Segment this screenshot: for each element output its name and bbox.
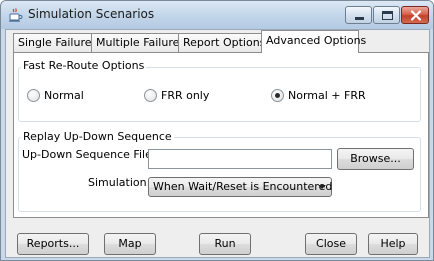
radio-normal-frr[interactable]: Normal + FRR [271,89,371,103]
chevron-down-icon [318,185,326,189]
title-bar[interactable]: Simulation Scenarios [1,1,433,29]
map-button[interactable]: Map [104,233,156,255]
tab-single-failure[interactable]: Single Failure [13,33,92,52]
maximize-button[interactable] [373,6,400,24]
window-title: Simulation Scenarios [28,7,155,21]
close-window-button[interactable] [401,6,429,24]
radio-normal[interactable]: Normal [27,89,107,103]
minimize-button[interactable] [345,6,372,24]
simulation-selected-value: When Wait/Reset is Encountered [153,180,333,193]
radio-frr-only[interactable]: FRR only [144,89,234,103]
tab-label: Single Failure [18,36,92,49]
maximize-icon [382,11,393,20]
browse-button[interactable]: Browse... [337,148,414,170]
sequence-file-label: Up-Down Sequence File: [22,148,156,161]
fast-reroute-group: Fast Re-Route Options Normal FRR only No… [18,59,421,122]
radio-frr-only-circle [144,89,157,102]
radio-normal-circle [27,89,40,102]
sequence-file-input[interactable] [148,149,332,169]
close-button[interactable]: Close [305,233,357,255]
tab-label: Multiple Failures [96,36,186,49]
tab-advanced-options[interactable]: Advanced Options [261,30,366,53]
radio-normal-frr-label: Normal + FRR [288,89,366,102]
close-icon [410,10,422,21]
help-button[interactable]: Help [368,233,418,255]
reports-button[interactable]: Reports... [17,233,89,255]
radio-normal-frr-circle [271,89,284,102]
tab-multiple-failures[interactable]: Multiple Failures [91,33,185,52]
radio-normal-label: Normal [44,89,84,102]
dialog-body: Single Failure Multiple Failures Report … [5,29,430,258]
simulation-label: Simulation: [88,176,151,189]
run-button[interactable]: Run [199,233,251,255]
replay-sequence-group: Replay Up-Down Sequence Up-Down Sequence… [18,130,421,212]
radio-selected-dot [275,93,280,98]
radio-frr-only-label: FRR only [161,89,210,102]
replay-sequence-title: Replay Up-Down Sequence [21,130,174,143]
advanced-options-panel: Fast Re-Route Options Normal FRR only No… [13,52,429,218]
simulation-scenarios-window: Simulation Scenarios Single Failure Mult… [0,0,434,261]
minimize-icon [355,17,364,20]
fast-reroute-title: Fast Re-Route Options [21,59,147,72]
tab-label: Advanced Options [266,34,367,47]
tab-report-options[interactable]: Report Options [178,33,266,52]
tab-label: Report Options [183,36,266,49]
tab-container: Single Failure Multiple Failures Report … [13,30,429,218]
java-app-icon [7,7,23,23]
simulation-dropdown[interactable]: When Wait/Reset is Encountered [148,177,332,197]
